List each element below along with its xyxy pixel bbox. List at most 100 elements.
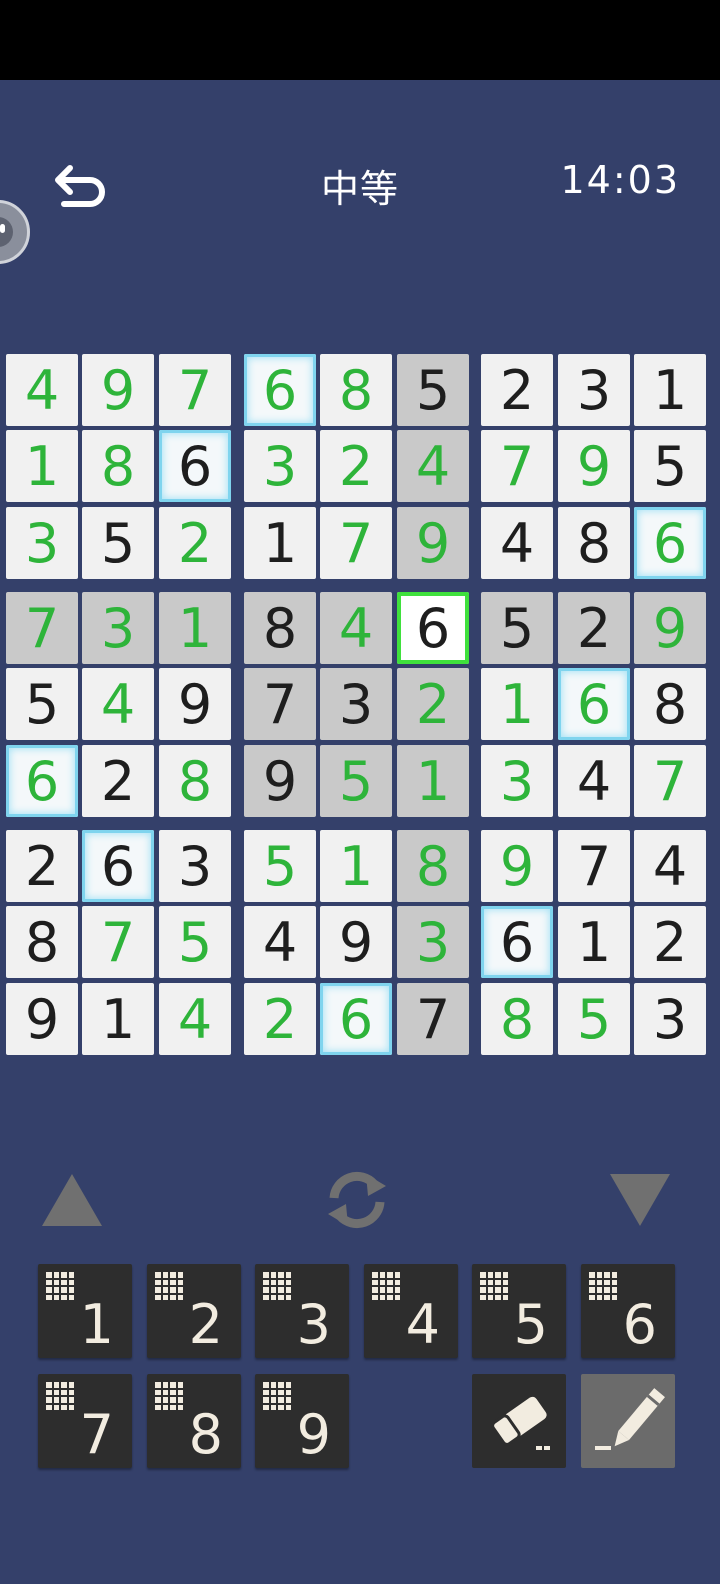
sudoku-cell-r1c9[interactable]: 1 — [634, 354, 706, 426]
sudoku-cell-r5c2[interactable]: 4 — [82, 668, 154, 740]
keypad-key-2[interactable]: 2 — [147, 1264, 241, 1358]
sudoku-cell-r2c3[interactable]: 6 — [159, 430, 231, 502]
sudoku-cell-r9c2[interactable]: 1 — [82, 983, 154, 1055]
keypad-key-7[interactable]: 7 — [38, 1374, 132, 1468]
sudoku-cell-r3c7[interactable]: 4 — [481, 507, 553, 579]
keypad-key-1[interactable]: 1 — [38, 1264, 132, 1358]
sudoku-cell-r4c8[interactable]: 2 — [558, 592, 630, 664]
sudoku-cell-r1c1[interactable]: 4 — [6, 354, 78, 426]
sudoku-cell-r8c3[interactable]: 5 — [159, 906, 231, 978]
sudoku-cell-r7c8[interactable]: 7 — [558, 830, 630, 902]
sudoku-cell-r4c7[interactable]: 5 — [481, 592, 553, 664]
notes-grid-icon — [155, 1272, 183, 1300]
sudoku-cell-r5c6[interactable]: 2 — [397, 668, 469, 740]
sudoku-cell-r3c9[interactable]: 6 — [634, 507, 706, 579]
sudoku-cell-r5c5[interactable]: 3 — [320, 668, 392, 740]
sudoku-cell-r7c3[interactable]: 3 — [159, 830, 231, 902]
sudoku-cell-r4c2[interactable]: 3 — [82, 592, 154, 664]
sudoku-cell-r6c4[interactable]: 9 — [244, 745, 316, 817]
sudoku-cell-r2c6[interactable]: 4 — [397, 430, 469, 502]
sudoku-cell-r4c6[interactable]: 6 — [397, 592, 469, 664]
sudoku-cell-r4c3[interactable]: 1 — [159, 592, 231, 664]
sudoku-cell-r3c5[interactable]: 7 — [320, 507, 392, 579]
sudoku-cell-r5c1[interactable]: 5 — [6, 668, 78, 740]
sudoku-cell-r2c7[interactable]: 7 — [481, 430, 553, 502]
sudoku-cell-r7c5[interactable]: 1 — [320, 830, 392, 902]
sudoku-cell-r3c2[interactable]: 5 — [82, 507, 154, 579]
sudoku-cell-r1c6[interactable]: 5 — [397, 354, 469, 426]
sudoku-cell-r7c7[interactable]: 9 — [481, 830, 553, 902]
sudoku-cell-r6c1[interactable]: 6 — [6, 745, 78, 817]
sudoku-cell-r8c5[interactable]: 9 — [320, 906, 392, 978]
sudoku-cell-r9c4[interactable]: 2 — [244, 983, 316, 1055]
sudoku-cell-r9c5[interactable]: 6 — [320, 983, 392, 1055]
sudoku-cell-r8c7[interactable]: 6 — [481, 906, 553, 978]
sudoku-cell-r8c1[interactable]: 8 — [6, 906, 78, 978]
sudoku-cell-r6c9[interactable]: 7 — [634, 745, 706, 817]
sudoku-cell-r6c2[interactable]: 2 — [82, 745, 154, 817]
sudoku-cell-r4c5[interactable]: 4 — [320, 592, 392, 664]
sudoku-cell-r4c9[interactable]: 9 — [634, 592, 706, 664]
sudoku-cell-r9c8[interactable]: 5 — [558, 983, 630, 1055]
sudoku-cell-r1c7[interactable]: 2 — [481, 354, 553, 426]
sudoku-cell-r2c2[interactable]: 8 — [82, 430, 154, 502]
sudoku-cell-r6c8[interactable]: 4 — [558, 745, 630, 817]
keypad-key-6[interactable]: 6 — [581, 1264, 675, 1358]
sudoku-cell-r8c8[interactable]: 1 — [558, 906, 630, 978]
sudoku-cell-r5c4[interactable]: 7 — [244, 668, 316, 740]
sudoku-cell-r6c3[interactable]: 8 — [159, 745, 231, 817]
sudoku-cell-r9c3[interactable]: 4 — [159, 983, 231, 1055]
sudoku-cell-r2c1[interactable]: 1 — [6, 430, 78, 502]
sudoku-cell-r1c5[interactable]: 8 — [320, 354, 392, 426]
keypad-key-8[interactable]: 8 — [147, 1374, 241, 1468]
sudoku-cell-r6c7[interactable]: 3 — [481, 745, 553, 817]
sudoku-cell-r1c2[interactable]: 9 — [82, 354, 154, 426]
arrow-down-icon[interactable] — [608, 1170, 672, 1230]
sudoku-cell-r6c5[interactable]: 5 — [320, 745, 392, 817]
sudoku-cell-r3c1[interactable]: 3 — [6, 507, 78, 579]
sudoku-cell-r7c6[interactable]: 8 — [397, 830, 469, 902]
sudoku-cell-r3c8[interactable]: 8 — [558, 507, 630, 579]
sudoku-cell-r7c1[interactable]: 2 — [6, 830, 78, 902]
pencil-button[interactable] — [581, 1374, 675, 1468]
back-button[interactable] — [48, 160, 112, 216]
sudoku-cell-r4c4[interactable]: 8 — [244, 592, 316, 664]
sudoku-cell-r7c4[interactable]: 5 — [244, 830, 316, 902]
eraser-button[interactable] — [472, 1374, 566, 1468]
sudoku-cell-r9c7[interactable]: 8 — [481, 983, 553, 1055]
sudoku-cell-r5c9[interactable]: 8 — [634, 668, 706, 740]
sudoku-cell-r7c2[interactable]: 6 — [82, 830, 154, 902]
sudoku-cell-r8c2[interactable]: 7 — [82, 906, 154, 978]
keypad-key-3[interactable]: 3 — [255, 1264, 349, 1358]
sudoku-cell-r9c6[interactable]: 7 — [397, 983, 469, 1055]
sudoku-cell-r8c9[interactable]: 2 — [634, 906, 706, 978]
status-bar — [0, 0, 720, 80]
sudoku-cell-r1c8[interactable]: 3 — [558, 354, 630, 426]
sudoku-cell-r3c4[interactable]: 1 — [244, 507, 316, 579]
sudoku-cell-r5c3[interactable]: 9 — [159, 668, 231, 740]
refresh-icon[interactable] — [322, 1168, 392, 1232]
sudoku-cell-r5c8[interactable]: 6 — [558, 668, 630, 740]
keypad-key-4[interactable]: 4 — [364, 1264, 458, 1358]
sudoku-cell-r2c4[interactable]: 3 — [244, 430, 316, 502]
sudoku-cell-r7c9[interactable]: 4 — [634, 830, 706, 902]
sudoku-cell-r1c4[interactable]: 6 — [244, 354, 316, 426]
floating-assistant-bubble[interactable] — [0, 200, 30, 264]
arrow-up-icon[interactable] — [40, 1170, 104, 1230]
keypad-digit: 5 — [513, 1293, 548, 1356]
sudoku-cell-r5c7[interactable]: 1 — [481, 668, 553, 740]
sudoku-cell-r1c3[interactable]: 7 — [159, 354, 231, 426]
sudoku-cell-r6c6[interactable]: 1 — [397, 745, 469, 817]
sudoku-cell-r8c6[interactable]: 3 — [397, 906, 469, 978]
keypad-key-9[interactable]: 9 — [255, 1374, 349, 1468]
sudoku-cell-r2c5[interactable]: 2 — [320, 430, 392, 502]
keypad-key-5[interactable]: 5 — [472, 1264, 566, 1358]
sudoku-cell-r2c9[interactable]: 5 — [634, 430, 706, 502]
sudoku-cell-r2c8[interactable]: 9 — [558, 430, 630, 502]
sudoku-cell-r9c9[interactable]: 3 — [634, 983, 706, 1055]
sudoku-cell-r3c6[interactable]: 9 — [397, 507, 469, 579]
sudoku-cell-r8c4[interactable]: 4 — [244, 906, 316, 978]
sudoku-cell-r4c1[interactable]: 7 — [6, 592, 78, 664]
sudoku-cell-r9c1[interactable]: 9 — [6, 983, 78, 1055]
sudoku-cell-r3c3[interactable]: 2 — [159, 507, 231, 579]
